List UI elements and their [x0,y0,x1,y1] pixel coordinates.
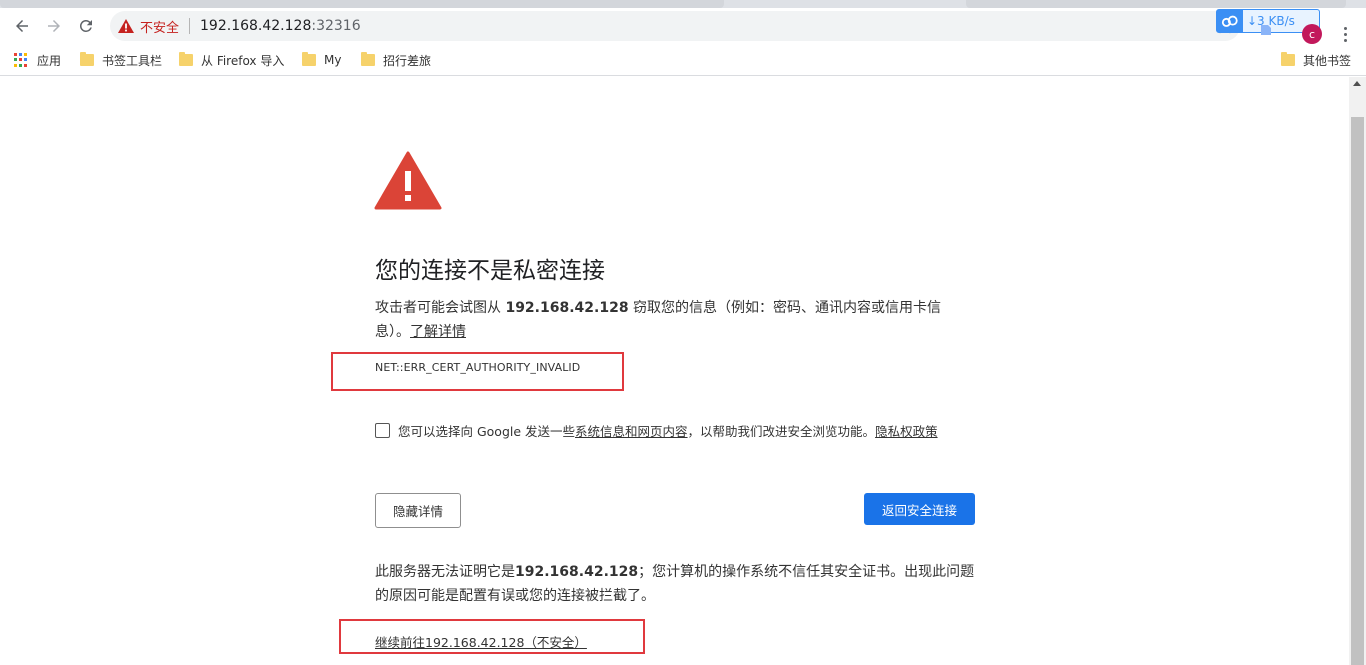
bookmark-label: My [324,53,342,67]
browser-toolbar: 不安全 192.168.42.128:32316 ↓3 KB/s c [0,8,1366,44]
folder-icon [179,52,193,66]
warning-triangle-icon [374,151,442,210]
explain-prefix: 攻击者可能会试图从 [375,300,506,316]
tab-inactive[interactable] [966,0,1346,8]
optin-checkbox[interactable] [375,423,390,438]
page-title: 您的连接不是私密连接 [375,258,605,284]
bookmarks-bar: 应用 书签工具栏 从 Firefox 导入 My 招行差旅 其他书签 [0,44,1366,76]
bookmark-apps[interactable]: 应用 [14,51,61,69]
arrow-left-icon [16,20,28,32]
forward-button[interactable] [42,14,66,38]
tab-inactive[interactable] [0,0,724,8]
apps-grid-icon [14,53,28,67]
bookmark-label: 招行差旅 [383,53,432,68]
bookmark-folder[interactable]: My [302,51,341,69]
folder-icon [361,52,375,66]
annotation-box [339,619,645,654]
back-button[interactable] [10,14,34,38]
optin-prefix: 您可以选择向 Google 发送一些 [398,424,576,439]
url-port[interactable]: :32316 [311,18,360,34]
learn-more-link[interactable]: 了解详情 [410,324,466,340]
bookmark-label: 从 Firefox 导入 [201,53,285,68]
folder-icon [302,52,316,66]
bookmark-folder[interactable]: 招行差旅 [361,51,431,69]
not-secure-label[interactable]: 不安全 [140,17,179,36]
cloud-logo-icon [1217,10,1243,32]
hide-details-button[interactable]: 隐藏详情 [375,493,461,528]
bookmark-label: 书签工具栏 [102,53,163,68]
server-host: 192.168.42.128 [515,564,639,580]
optin-middle: ，以帮助我们改进安全浏览功能。 [687,424,876,439]
tab-strip [0,0,1366,8]
explanation-text: 攻击者可能会试图从 192.168.42.128 窃取您的信息（例如：密码、通讯… [375,296,975,344]
bookmark-other[interactable]: 其他书签 [1281,51,1351,69]
reload-icon [79,19,92,32]
explain-host: 192.168.42.128 [505,300,629,316]
address-bar[interactable]: 不安全 192.168.42.128:32316 [110,11,1240,41]
safe-browsing-optin: 您可以选择向 Google 发送一些 系统信息和网页内容 ，以帮助我们改进安全浏览功… [375,421,938,440]
extension-icon[interactable] [1258,22,1274,38]
server-explanation: 此服务器无法证明它是192.168.42.128；您计算机的操作系统不信任其安全… [375,560,975,608]
avatar[interactable]: c [1302,24,1322,44]
folder-icon [80,52,94,66]
bookmark-folder[interactable]: 书签工具栏 [80,51,162,69]
annotation-box [331,352,624,391]
omnibox-divider [189,18,191,34]
url-host[interactable]: 192.168.42.128 [200,18,311,34]
reload-button[interactable] [74,14,98,38]
privacy-policy-link[interactable]: 隐私权政策 [875,421,938,440]
back-to-safety-button[interactable]: 返回安全连接 [864,493,975,525]
bookmark-folder[interactable]: 从 Firefox 导入 [179,51,284,69]
system-info-link[interactable]: 系统信息和网页内容 [575,421,688,440]
interstitial-page: 您的连接不是私密连接 攻击者可能会试图从 192.168.42.128 窃取您的… [0,77,1349,665]
bookmark-label: 其他书签 [1303,53,1352,68]
folder-icon [1281,52,1295,66]
server-prefix: 此服务器无法证明它是 [375,564,515,580]
warning-icon [118,19,134,33]
scrollbar[interactable] [1349,77,1366,665]
menu-dots-icon[interactable] [1335,24,1355,44]
scroll-thumb[interactable] [1351,117,1364,665]
scroll-up-icon[interactable] [1353,81,1361,86]
arrow-right-icon [48,20,60,32]
bookmark-label: 应用 [37,53,62,68]
